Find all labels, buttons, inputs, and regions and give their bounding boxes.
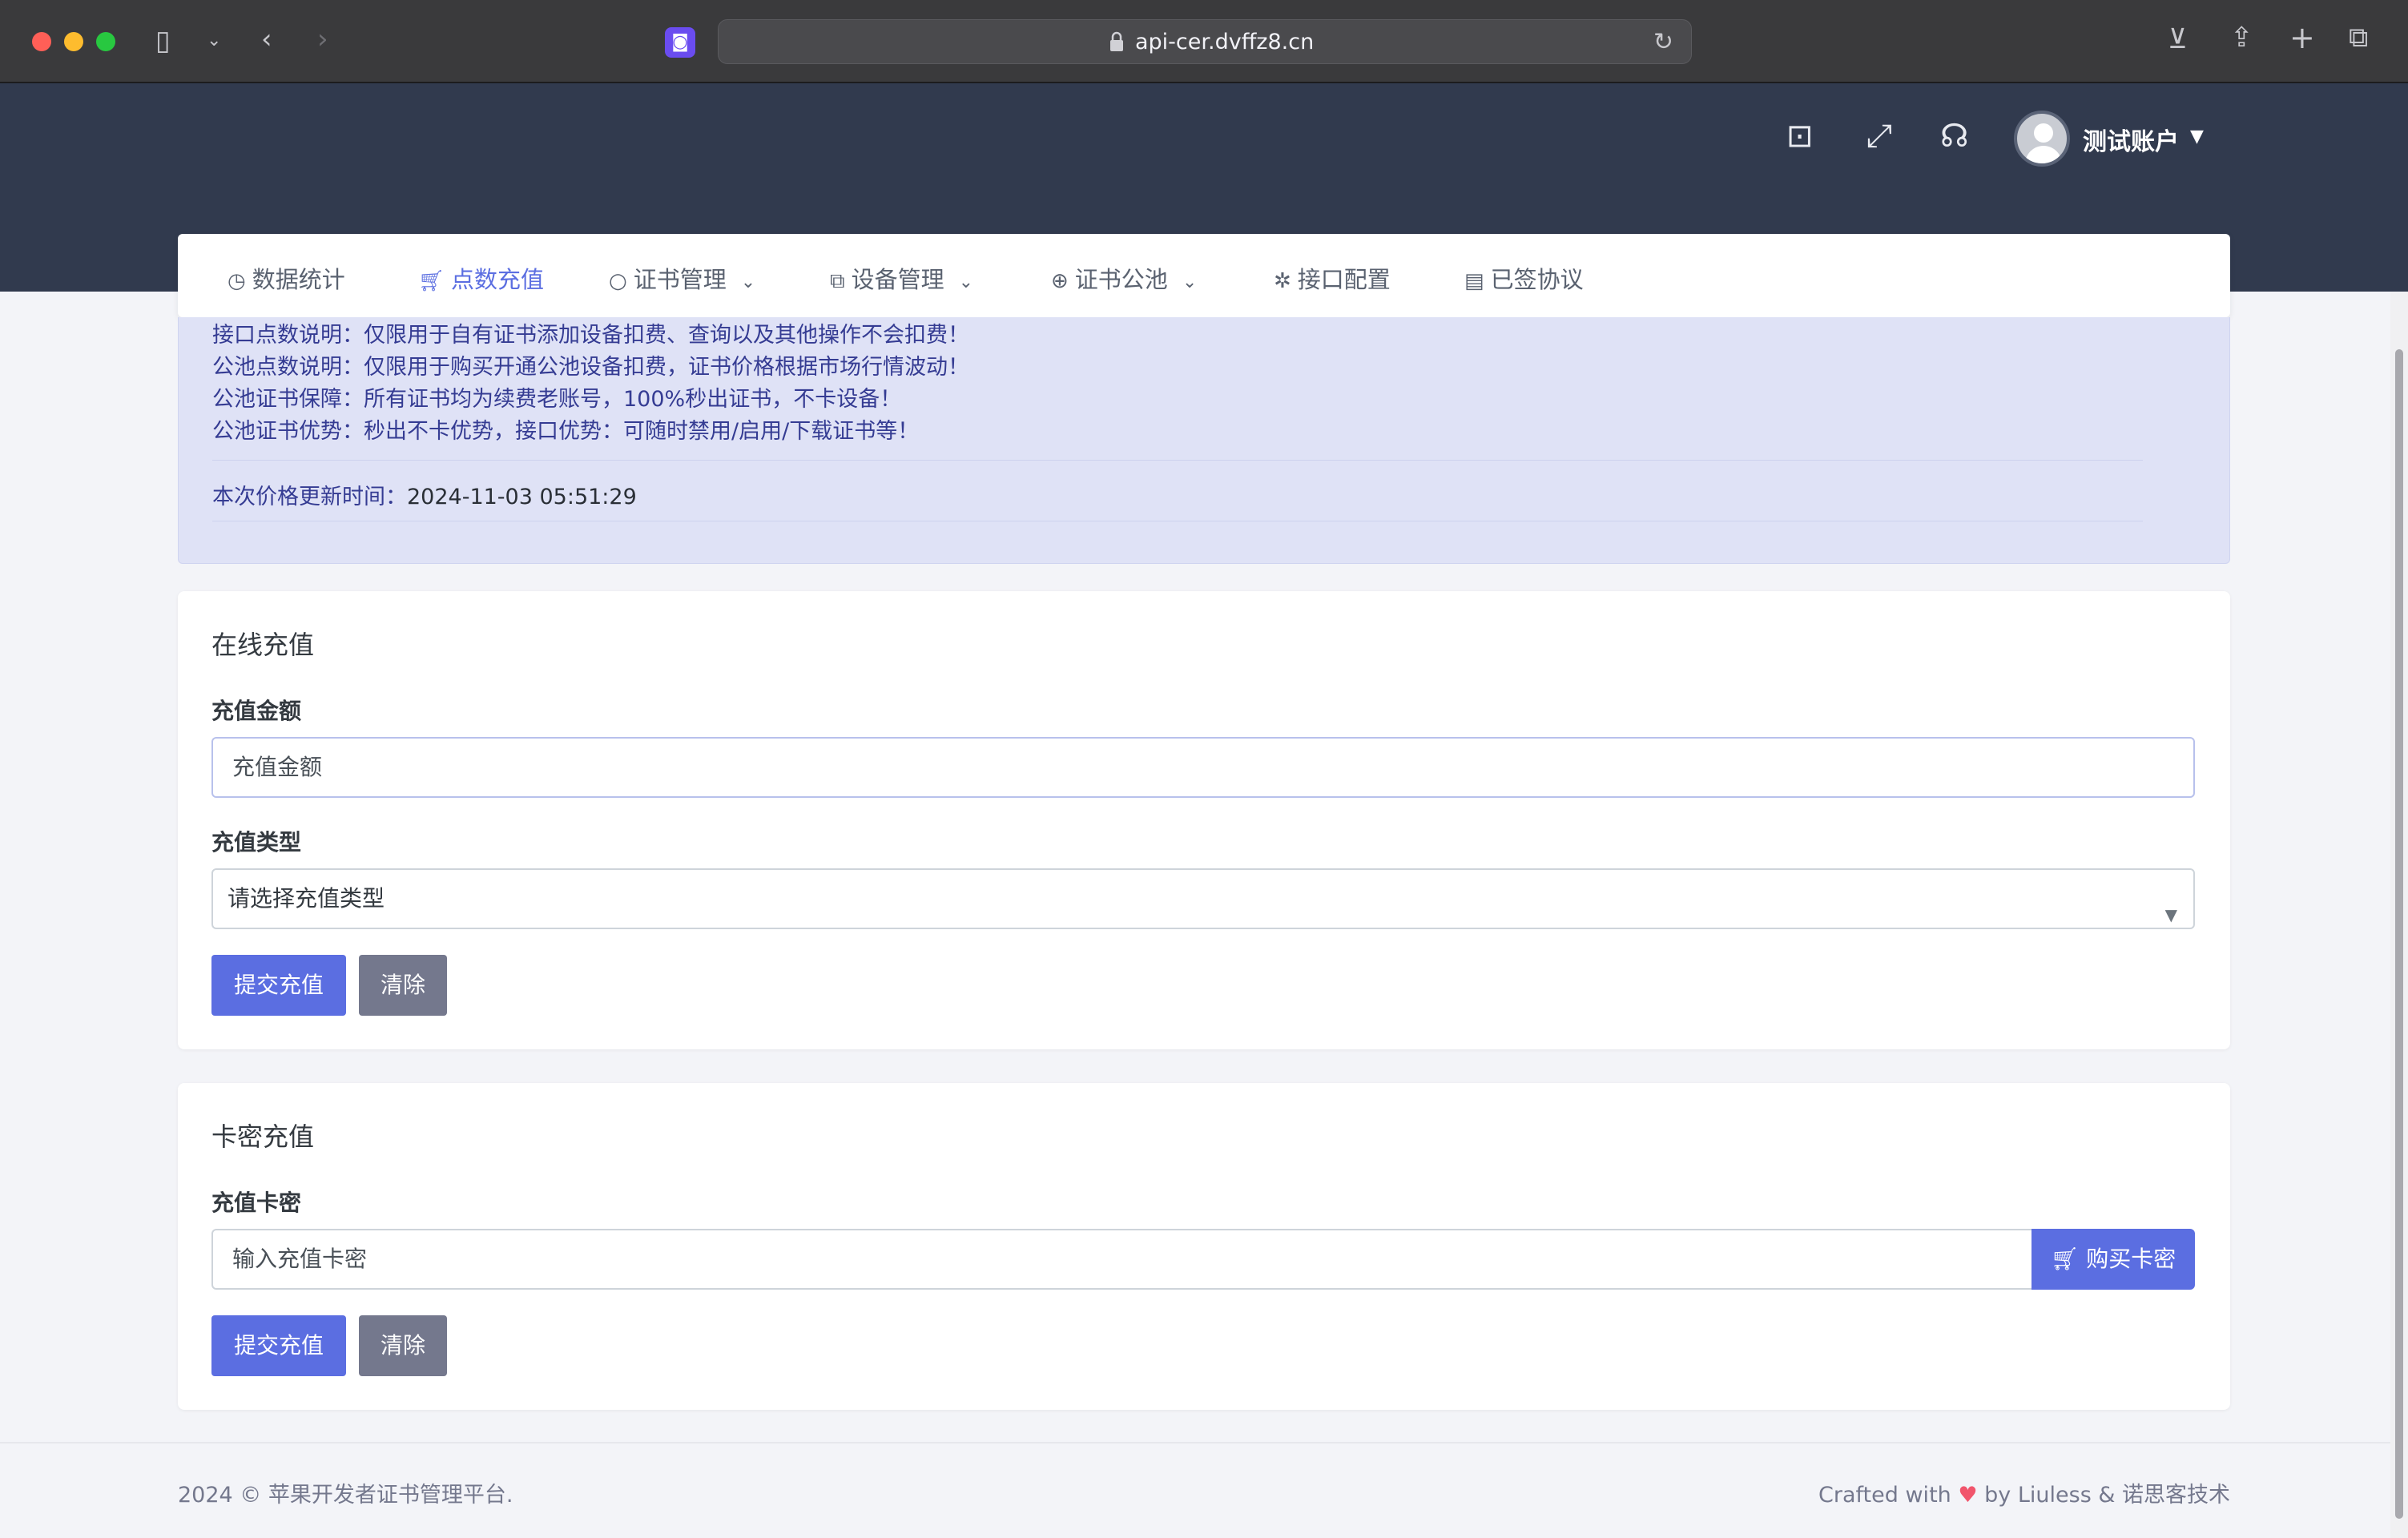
nav-item-certificates[interactable]: ○ 证书管理 ⌄ xyxy=(609,261,755,295)
amount-label: 充值金额 xyxy=(211,698,302,724)
close-window-button[interactable] xyxy=(32,32,51,51)
chevron-down-icon: ⌄ xyxy=(1182,272,1198,292)
reload-icon[interactable]: ↻ xyxy=(1653,28,1673,56)
price-update-time: 本次价格更新时间：2024-11-03 05:51:29 xyxy=(212,485,637,509)
card-title: 卡密充值 xyxy=(211,1121,315,1152)
nav-item-devices[interactable]: ⧉ 设备管理 ⌄ xyxy=(830,261,973,295)
user-name[interactable]: 测试账户 xyxy=(2083,122,2179,157)
notice-line: 公池点数说明：仅限用于购买开通公池设备扣费，证书价格根据市场行情波动！ xyxy=(212,355,969,380)
share-icon[interactable]: ⇪ xyxy=(2230,24,2253,51)
caret-down-icon: ▼ xyxy=(2164,905,2177,924)
card-title: 在线充值 xyxy=(211,630,315,660)
browser-chrome: ▯ ⌄ ‹ › ◙ api-cer.dvffz8.cn ↻ ⊻ ⇪ + ⧉ xyxy=(0,0,2408,83)
copyright: 2024 © 苹果开发者证书管理平台. xyxy=(178,1483,513,1508)
notice-line: 公池证书保障：所有证书均为续费老账号，100%秒出证书，不卡设备！ xyxy=(212,387,902,412)
nav-item-api-config[interactable]: ✲ 接口配置 xyxy=(1274,261,1391,295)
tab-overview-icon[interactable]: ⧉ xyxy=(2349,24,2368,51)
archive-download-icon[interactable]: ⊡ xyxy=(1786,120,1814,152)
chevron-down-icon: ⌄ xyxy=(958,272,974,292)
copy-icon: ⧉ xyxy=(830,269,845,293)
minimize-window-button[interactable] xyxy=(64,32,83,51)
nav-item-agreements[interactable]: ▤ 已签协议 xyxy=(1464,261,1584,295)
page-scrollbar[interactable] xyxy=(2390,292,2408,1538)
headset-icon[interactable]: ☊ xyxy=(1940,120,1969,152)
chevron-down-icon[interactable]: ⌄ xyxy=(207,32,221,50)
cart-icon: 🛒︎ xyxy=(418,269,445,293)
url-text: api-cer.dvffz8.cn xyxy=(1135,30,1315,54)
sidebar-toggle-icon[interactable]: ▯ xyxy=(155,27,171,54)
new-tab-icon[interactable]: + xyxy=(2289,22,2315,53)
fullscreen-icon[interactable]: ⤢ xyxy=(1866,120,1892,152)
clock-icon: ◷ xyxy=(228,269,246,293)
document-icon: ▤ xyxy=(1464,269,1484,293)
code-label: 充值卡密 xyxy=(211,1190,302,1216)
extension-icon[interactable]: ◙ xyxy=(665,27,695,58)
caret-down-icon[interactable]: ▼ xyxy=(2190,127,2204,147)
back-icon[interactable]: ‹ xyxy=(261,26,272,53)
chevron-down-icon: ⌄ xyxy=(740,272,756,292)
buy-card-code-button[interactable]: 🛒︎ 购买卡密 xyxy=(2031,1229,2195,1290)
nav-item-recharge[interactable]: 🛒︎ 点数充值 xyxy=(418,261,544,295)
type-label: 充值类型 xyxy=(211,829,302,856)
cart-icon: 🛒︎ xyxy=(2050,1246,2087,1272)
divider xyxy=(212,460,2143,461)
zoom-window-button[interactable] xyxy=(96,32,115,51)
online-recharge-card: 在线充值 充值金额 充值金额 充值类型 请选择充值类型 ▼ 提交充值 清除 xyxy=(178,591,2230,1049)
credits: Crafted with ♥ by Liuless & 诺思客技术 xyxy=(1818,1483,2230,1508)
footer: 2024 © 苹果开发者证书管理平台. Crafted with ♥ by Li… xyxy=(0,1442,2390,1538)
pricing-notice: 接口点数说明：仅限用于自有证书添加设备扣费、查询以及其他操作不会扣费！ 公池点数… xyxy=(178,317,2230,564)
nav-item-cert-pool[interactable]: ⊕ 证书公池 ⌄ xyxy=(1051,261,1197,295)
nav-item-statistics[interactable]: ◷ 数据统计 xyxy=(228,261,345,295)
avatar[interactable] xyxy=(2014,111,2070,167)
heart-icon: ♥ xyxy=(1958,1483,1978,1508)
card-code-input[interactable]: 输入充值卡密 xyxy=(211,1229,2035,1290)
lock-icon xyxy=(1110,31,1123,51)
address-bar[interactable]: api-cer.dvffz8.cn ↻ xyxy=(718,19,1692,64)
main-nav: ◷ 数据统计 🛒︎ 点数充值 ○ 证书管理 ⌄ ⧉ 设备管理 ⌄ ⊕ 证书公池 ⌄ ✲ 接口配置 … xyxy=(178,234,2230,317)
plus-circle-icon: ⊕ xyxy=(1051,269,1069,293)
submit-recharge-button[interactable]: 提交充值 xyxy=(211,1315,346,1376)
recharge-type-select[interactable]: 请选择充值类型 ▼ xyxy=(211,868,2195,929)
puzzle-icon: ✲ xyxy=(1274,269,1291,293)
card-code-recharge-card: 卡密充值 充值卡密 输入充值卡密 🛒︎ 购买卡密 提交充值 清除 xyxy=(178,1083,2230,1410)
amount-input[interactable]: 充值金额 xyxy=(211,737,2195,798)
scrollbar-thumb[interactable] xyxy=(2395,349,2403,1519)
circle-icon: ○ xyxy=(609,269,627,293)
notice-line: 公池证书优势：秒出不卡优势，接口优势：可随时禁用/启用/下载证书等！ xyxy=(212,419,920,444)
notice-line: 接口点数说明：仅限用于自有证书添加设备扣费、查询以及其他操作不会扣费！ xyxy=(212,323,969,348)
forward-icon[interactable]: › xyxy=(317,26,328,53)
clear-button[interactable]: 清除 xyxy=(359,955,447,1016)
download-icon[interactable]: ⊻ xyxy=(2168,26,2188,53)
submit-recharge-button[interactable]: 提交充值 xyxy=(211,955,346,1016)
clear-button[interactable]: 清除 xyxy=(359,1315,447,1376)
